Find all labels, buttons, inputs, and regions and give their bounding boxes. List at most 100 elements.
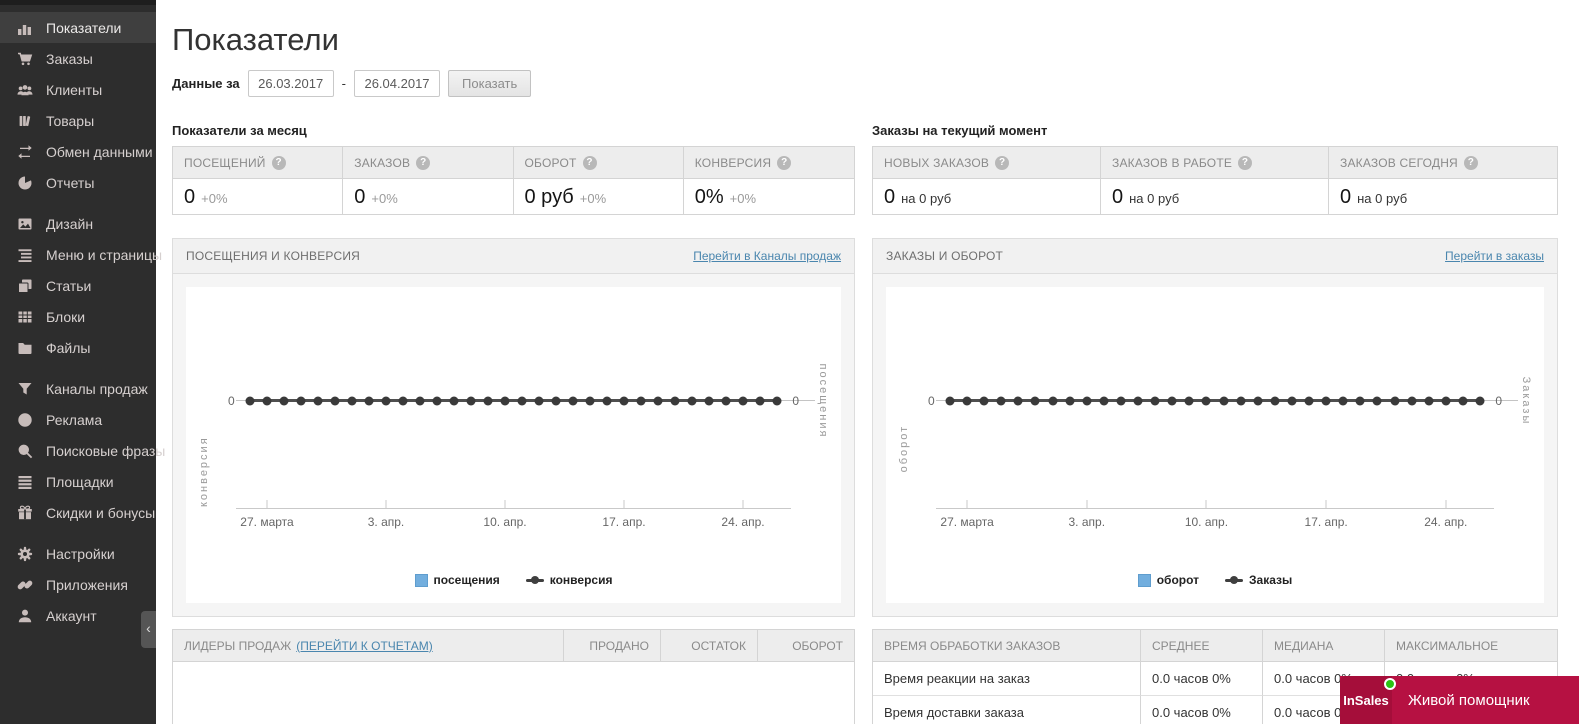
sidebar-item-platforms[interactable]: Площадки [0,466,156,497]
month-stats-table: ПОСЕЩЕНИЙ?ЗАКАЗОВ?ОБОРОТ?КОНВЕРСИЯ?0+0%0… [172,146,855,215]
legend-item[interactable]: оборот [1138,573,1199,587]
help-icon[interactable]: ? [416,156,430,170]
legend-item[interactable]: конверсия [526,573,613,587]
chart-plot-card: конверсия027. марта3. апр.10. апр.17. ап… [186,287,841,603]
sidebar-item-discounts[interactable]: Скидки и бонусы [0,497,156,528]
data-point-marker [1082,396,1091,405]
column-header: ОБОРОТ [757,630,854,661]
sidebar-item-clients[interactable]: Клиенты [0,74,156,105]
x-axis-tick [267,500,268,508]
legend-label: конверсия [550,573,613,587]
data-point-marker [1185,396,1194,405]
sidebar-item-data-exchange[interactable]: Обмен данными [0,136,156,167]
sidebar-item-blocks[interactable]: Блоки [0,301,156,332]
sidebar-item-reports[interactable]: Отчеты [0,167,156,198]
stat-value-cell: 0 руб+0% [514,179,684,214]
help-icon[interactable]: ? [1238,156,1252,170]
sidebar-item-label: Отчеты [46,175,94,191]
data-point-marker [467,396,476,405]
sidebar-collapse-button[interactable]: ‹ [141,611,156,648]
y-axis-tick-left: 0 [928,394,935,408]
date-range-bar: Данные за - Показать [172,70,1579,97]
stat-header-label: ЗАКАЗОВ [354,156,410,170]
gear-icon [16,546,33,562]
sidebar-item-account[interactable]: Аккаунт [0,600,156,631]
plot-area: 27. марта3. апр.10. апр.17. апр.24. апр. [250,287,777,603]
sidebar-item-search-phrases[interactable]: Поисковые фразы [0,435,156,466]
sidebar-item-label: Клиенты [46,82,102,98]
data-point-marker [688,396,697,405]
data-point-marker [1048,396,1057,405]
legend-item[interactable]: посещения [415,573,500,587]
sidebar-item-indicators[interactable]: Показатели [0,12,156,43]
sidebar-item-label: Реклама [46,412,102,428]
sidebar-item-design[interactable]: Дизайн [0,208,156,239]
data-point-marker [484,396,493,405]
platforms-icon [16,474,33,490]
data-point-marker [1236,396,1245,405]
sidebar-item-settings[interactable]: Настройки [0,538,156,569]
help-icon[interactable]: ? [272,156,286,170]
sidebar-item-label: Показатели [46,20,121,36]
legend-item[interactable]: Заказы [1225,573,1292,587]
data-point-marker [416,396,425,405]
x-axis-tick [743,500,744,508]
chart-legend: посещения конверсия [186,573,841,587]
chat-label: Живой помощник [1408,692,1530,709]
blocks-icon [16,309,33,325]
chart-link[interactable]: Перейти в заказы [1445,249,1544,263]
sidebar-item-sales-channels[interactable]: Каналы продаж [0,373,156,404]
insales-dashboard: { "icons": { "help": "?" }, "colors": { … [0,0,1579,724]
data-point-marker [535,396,544,405]
x-axis-tick [1326,500,1327,508]
sidebar-item-apps[interactable]: Приложения [0,569,156,600]
stat-header: НОВЫХ ЗАКАЗОВ? [873,147,1101,179]
leaders-title-cell: ЛИДЕРЫ ПРОДАЖ(ПЕРЕЙТИ К ОТЧЕТАМ) [173,630,563,661]
sidebar-item-products[interactable]: Товары [0,105,156,136]
column-header: ПРОДАНО [563,630,660,661]
x-axis-line [936,508,1494,509]
help-icon[interactable]: ? [995,156,1009,170]
help-icon[interactable]: ? [583,156,597,170]
show-button[interactable]: Показать [448,70,531,97]
stat-header: ЗАКАЗОВ? [343,147,513,179]
row-label-cell: Время доставки заказа [873,696,1141,724]
stat-header-label: КОНВЕРСИЯ [695,156,772,170]
date-from-input[interactable] [248,70,334,97]
table-body-empty [173,662,854,724]
stat-sub-value: +0% [201,191,227,206]
sidebar-item-menu-pages[interactable]: Меню и страницы [0,239,156,270]
x-axis-tick-label: 10. апр. [1185,515,1228,529]
dashboard-columns: Показатели за месяц ПОСЕЩЕНИЙ?ЗАКАЗОВ?ОБ… [172,123,1579,724]
table-header-row: ЛИДЕРЫ ПРОДАЖ(ПЕРЕЙТИ К ОТЧЕТАМ)ПРОДАНО О… [173,630,854,662]
stat-header-label: ЗАКАЗОВ В РАБОТЕ [1112,156,1232,170]
leaders-reports-link[interactable]: (ПЕРЕЙТИ К ОТЧЕТАМ) [296,639,432,653]
sidebar-item-label: Блоки [46,309,85,325]
legend-label: посещения [434,573,500,587]
stat-sub-value: +0% [730,191,756,206]
date-separator: - [342,76,346,91]
sidebar-item-orders[interactable]: Заказы [0,43,156,74]
chart-link[interactable]: Перейти в Каналы продаж [693,249,841,263]
sidebar-item-ads[interactable]: Реклама [0,404,156,435]
stat-main-value: 0 [184,186,195,209]
chart-legend: оборот Заказы [886,573,1544,587]
data-point-marker [586,396,595,405]
sidebar-item-label: Аккаунт [46,608,97,624]
files-icon [16,340,33,356]
sidebar-item-files[interactable]: Файлы [0,332,156,363]
date-to-input[interactable] [354,70,440,97]
stat-main-value: 0 [1340,186,1351,209]
sales-leaders-table: ЛИДЕРЫ ПРОДАЖ(ПЕРЕЙТИ К ОТЧЕТАМ)ПРОДАНО О… [172,629,855,724]
sidebar-item-articles[interactable]: Статьи [0,270,156,301]
help-icon[interactable]: ? [1464,156,1478,170]
series-line [250,399,777,402]
stat-header-label: ПОСЕЩЕНИЙ [184,156,266,170]
chart-panel-header: ПОСЕЩЕНИЯ И КОНВЕРСИЯПерейти в Каналы пр… [173,239,854,274]
help-icon[interactable]: ? [777,156,791,170]
data-point-marker [331,396,340,405]
x-axis-tick-label: 3. апр. [1069,515,1106,529]
data-point-marker [518,396,527,405]
data-point-marker [603,396,612,405]
live-chat-widget[interactable]: InSales Живой помощник [1340,676,1579,724]
